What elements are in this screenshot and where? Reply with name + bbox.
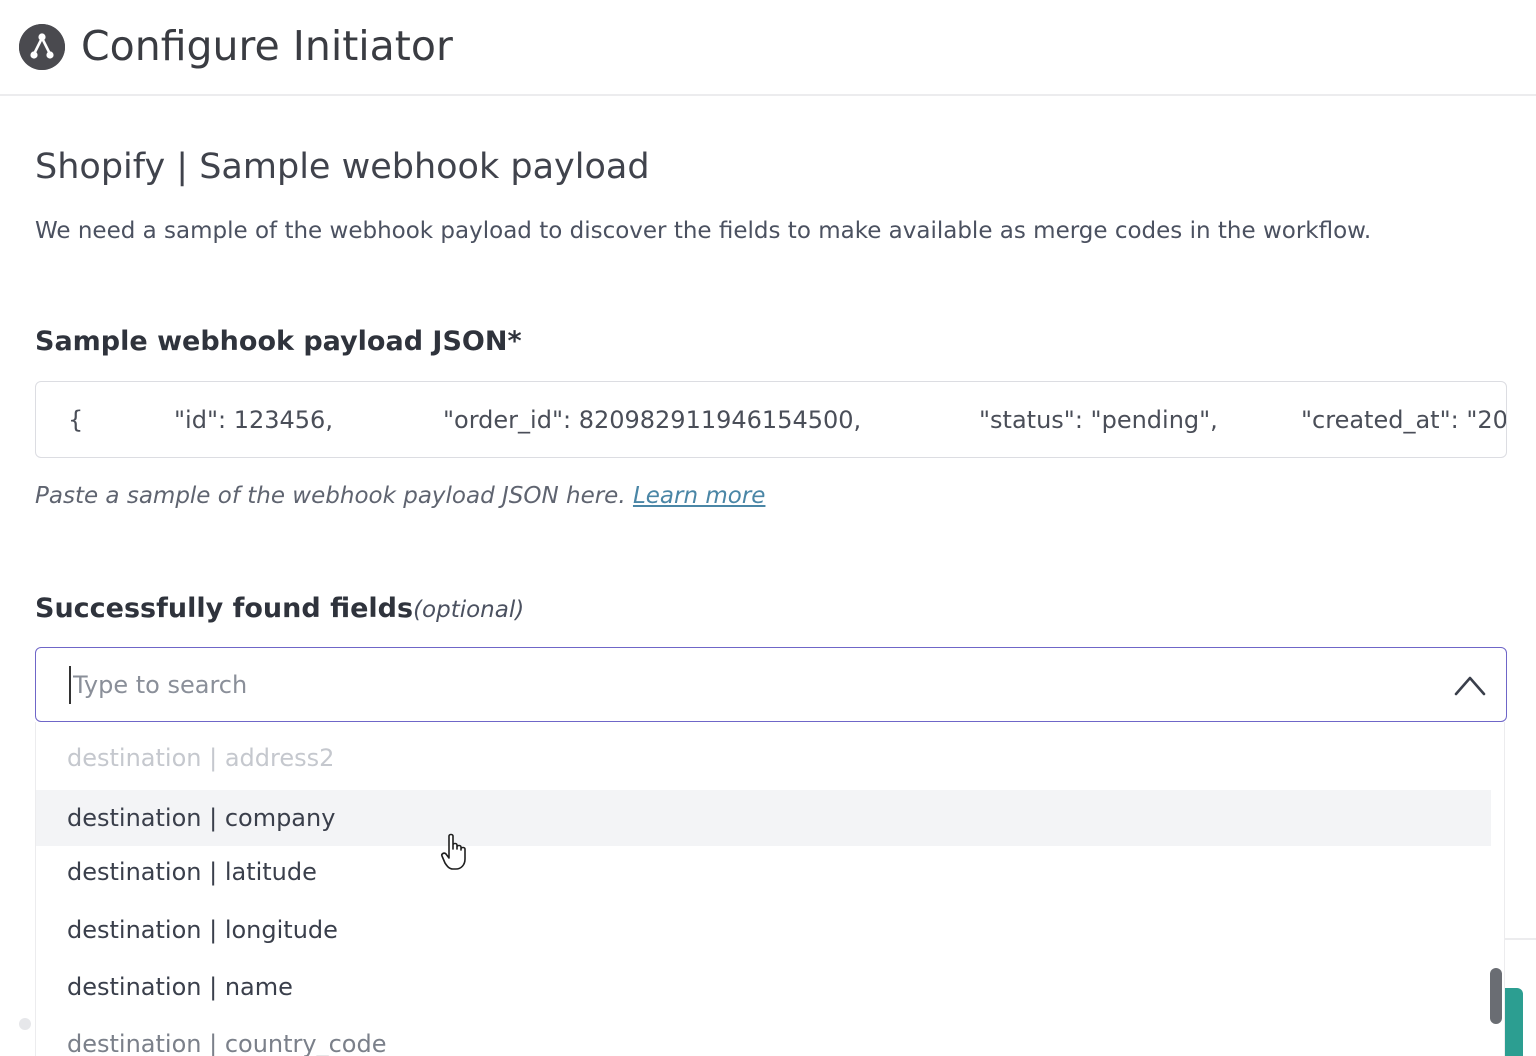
json-segment: "order_id": 820982911946154500, <box>443 406 862 434</box>
dropdown-scrollbar[interactable] <box>1490 968 1502 1024</box>
payload-json-label: Sample webhook payload JSON* <box>35 326 522 357</box>
found-fields-select[interactable] <box>35 647 1507 722</box>
background-divider <box>1505 938 1536 940</box>
learn-more-link[interactable]: Learn more <box>633 483 766 509</box>
json-segment: "status": "pending", <box>979 406 1218 434</box>
dropdown-option[interactable]: destination | address2 <box>36 730 1491 786</box>
chevron-up-icon[interactable] <box>1452 670 1488 700</box>
section-title: Shopify | Sample webhook payload <box>35 147 650 187</box>
found-fields-label-text: Successfully found fields <box>35 593 414 624</box>
page-header: Configure Initiator <box>0 0 1536 96</box>
found-fields-label: Successfully found fields(optional) <box>35 589 524 630</box>
dropdown-option[interactable]: destination | name <box>36 959 1491 1015</box>
json-segment: { <box>68 406 84 434</box>
dropdown-option[interactable]: destination | longitude <box>36 902 1491 958</box>
json-segment: "created_at": "202 <box>1301 406 1507 434</box>
payload-json-hint: Paste a sample of the webhook payload JS… <box>35 478 765 514</box>
branch-nodes-icon <box>19 24 65 70</box>
background-button-edge <box>1505 988 1523 1056</box>
payload-json-input[interactable]: { "id": 123456, "order_id": 820982911946… <box>35 381 1507 458</box>
dropdown-option[interactable]: destination | company <box>36 790 1491 846</box>
background-dot <box>19 1018 31 1030</box>
hint-text: Paste a sample of the webhook payload JS… <box>35 483 626 509</box>
search-input[interactable] <box>69 666 1429 704</box>
found-fields-dropdown[interactable]: destination | address2 destination | com… <box>35 722 1505 1056</box>
section-description: We need a sample of the webhook payload … <box>35 218 1372 244</box>
dropdown-option[interactable]: destination | country_code <box>36 1016 1491 1056</box>
optional-tag: (optional) <box>413 597 525 623</box>
hand-pointer-icon <box>440 832 470 872</box>
dropdown-option[interactable]: destination | latitude <box>36 844 1491 900</box>
page-title: Configure Initiator <box>81 22 453 70</box>
configure-initiator-page: Configure Initiator Shopify | Sample web… <box>0 0 1536 1056</box>
json-segment: "id": 123456, <box>174 406 333 434</box>
